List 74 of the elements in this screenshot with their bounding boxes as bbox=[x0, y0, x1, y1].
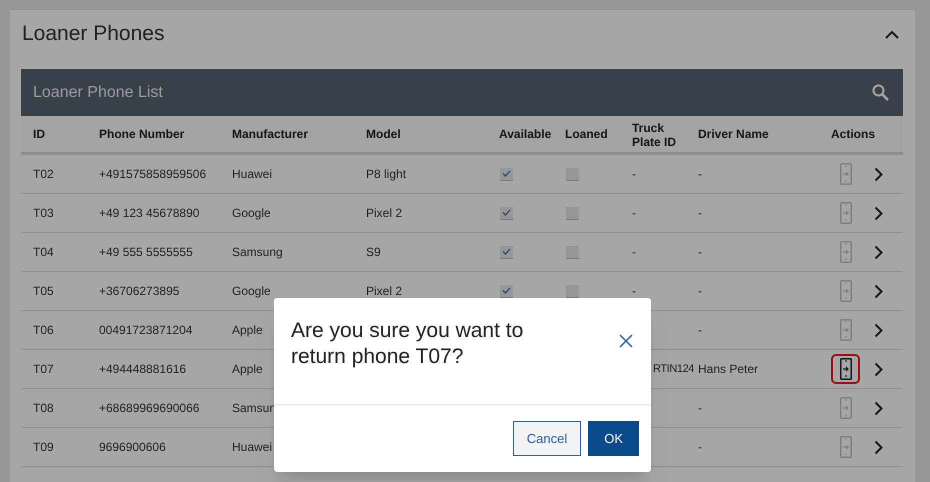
chevron-right-icon[interactable] bbox=[874, 440, 883, 454]
driver-cell-text: - bbox=[698, 205, 702, 222]
id-cell-text: T02 bbox=[32, 166, 54, 183]
truck-plate-cell-text: - bbox=[632, 244, 636, 261]
column-header: Truck Plate ID bbox=[632, 121, 678, 149]
chevron-right-icon[interactable] bbox=[874, 400, 883, 416]
id-cell-text: T03 bbox=[32, 205, 54, 222]
driver-cell-text: - bbox=[698, 283, 702, 300]
column-header: Loaned bbox=[565, 127, 608, 141]
loaned-checkbox[interactable] bbox=[566, 206, 579, 220]
available-checkbox[interactable] bbox=[500, 168, 513, 180]
id-cell-text: T08 bbox=[32, 400, 54, 417]
available-checkbox[interactable] bbox=[500, 206, 513, 220]
driver-cell-text: - bbox=[698, 400, 702, 417]
manufacturer-cell-text: Huawei bbox=[232, 166, 272, 183]
driver-cell-text: - bbox=[698, 166, 702, 183]
truck-plate-cell-text: - bbox=[632, 283, 636, 300]
model-cell-text: Pixel 2 bbox=[366, 283, 402, 300]
truck-plate-cell-text: - bbox=[632, 205, 636, 222]
loaned-checkbox[interactable] bbox=[566, 246, 579, 258]
ok-button[interactable]: OK bbox=[588, 421, 639, 456]
manufacturer-cell-text: Samsung bbox=[232, 244, 283, 261]
phone-cell-text: +49 123 45678890 bbox=[99, 205, 200, 222]
chevron-right-icon[interactable] bbox=[874, 244, 883, 260]
column-header: Phone Number bbox=[99, 127, 184, 141]
manufacturer-cell-text: Google bbox=[232, 205, 271, 222]
driver-cell-text: - bbox=[698, 244, 702, 261]
loaned-checkbox[interactable] bbox=[566, 168, 579, 180]
column-header: Driver Name bbox=[698, 127, 769, 141]
available-checkbox[interactable] bbox=[500, 246, 513, 258]
phone-cell-text: +68689969690066 bbox=[99, 400, 200, 417]
chevron-right-icon[interactable] bbox=[874, 322, 883, 338]
manufacturer-cell-text: Google bbox=[232, 283, 271, 300]
phone-cell-text: +49 555 5555555 bbox=[99, 244, 193, 261]
return-phone-button[interactable] bbox=[831, 354, 860, 384]
model-cell-text: S9 bbox=[366, 244, 381, 261]
cancel-button[interactable]: Cancel bbox=[512, 421, 582, 456]
id-cell-text: T04 bbox=[32, 244, 54, 261]
manufacturer-cell-text: Huawei bbox=[232, 439, 272, 456]
model-cell-text: P8 light bbox=[366, 166, 406, 183]
phone-cell-text: +491575858959506 bbox=[99, 166, 206, 183]
dialog-message: Are you sure you want to return phone T07? bbox=[291, 318, 524, 370]
phone-cell-text: 9696900606 bbox=[99, 439, 166, 456]
id-cell-text: T05 bbox=[32, 283, 54, 300]
column-header: Available bbox=[499, 127, 552, 141]
column-header: ID bbox=[32, 127, 45, 141]
search-icon[interactable] bbox=[872, 84, 889, 101]
chevron-right-icon[interactable] bbox=[874, 166, 883, 182]
card-title: Loaner Phones bbox=[22, 21, 164, 48]
table-title: Loaner Phone List bbox=[33, 82, 163, 102]
manufacturer-cell-text: Apple bbox=[232, 322, 263, 339]
id-cell-text: T06 bbox=[32, 322, 54, 339]
manufacturer-cell-text: Apple bbox=[232, 361, 263, 378]
available-checkbox[interactable] bbox=[500, 284, 513, 298]
model-cell-text: Pixel 2 bbox=[366, 205, 402, 222]
chevron-right-icon[interactable] bbox=[874, 206, 883, 220]
id-cell-text: T07 bbox=[32, 361, 54, 378]
phone-cell-text: +494448881616 bbox=[99, 361, 186, 378]
loaned-checkbox[interactable] bbox=[566, 284, 579, 298]
column-header: Actions bbox=[831, 127, 876, 141]
driver-cell-text: - bbox=[698, 322, 702, 339]
close-icon[interactable] bbox=[619, 334, 633, 348]
chevron-right-icon[interactable] bbox=[874, 362, 883, 376]
truck-plate-cell-text: - bbox=[632, 166, 636, 183]
phone-cell-text: 00491723871204 bbox=[99, 322, 192, 339]
id-cell-text: T09 bbox=[32, 439, 54, 456]
phone-cell-text: +36706273895 bbox=[99, 283, 180, 300]
column-header: Manufacturer bbox=[232, 127, 308, 141]
truck-plate-cell-text: RTIN124 bbox=[653, 362, 694, 377]
collapse-chevron-icon[interactable] bbox=[885, 30, 899, 38]
chevron-right-icon[interactable] bbox=[874, 284, 883, 298]
driver-cell-text: Hans Peter bbox=[698, 361, 758, 378]
driver-cell-text: - bbox=[698, 439, 702, 456]
column-header: Model bbox=[366, 127, 401, 141]
